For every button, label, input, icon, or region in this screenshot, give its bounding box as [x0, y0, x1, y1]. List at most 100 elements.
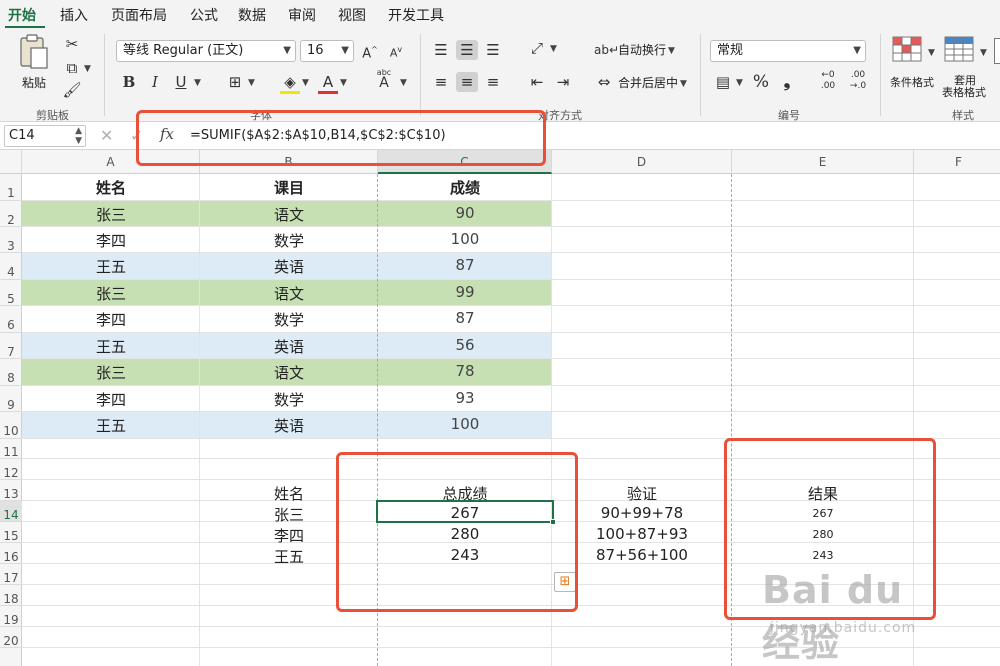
increase-decimal-icon[interactable]: ←0.00: [816, 70, 840, 92]
row-header[interactable]: 2: [0, 201, 22, 227]
font-size-select[interactable]: 16 ▼: [300, 40, 354, 62]
cancel-icon[interactable]: ✕: [100, 126, 113, 145]
decrease-indent-icon[interactable]: ⇤: [526, 72, 548, 92]
cell-score[interactable]: 100: [378, 415, 552, 433]
cell-score[interactable]: 87: [378, 309, 552, 327]
row-header[interactable]: 12: [0, 459, 22, 480]
cell-score[interactable]: 56: [378, 336, 552, 354]
decrease-font-icon[interactable]: Av: [386, 40, 406, 64]
underline-button[interactable]: U: [172, 72, 190, 92]
row-header[interactable]: 8: [0, 359, 22, 386]
row-header[interactable]: 6: [0, 306, 22, 333]
tab-data[interactable]: 数据: [238, 5, 266, 25]
row-header[interactable]: 16: [0, 543, 22, 564]
merge-icon[interactable]: ⇔: [594, 72, 614, 92]
cell-subject[interactable]: 语文: [200, 283, 378, 304]
border-icon[interactable]: ⊞: [226, 72, 244, 92]
merge-dropdown-icon[interactable]: ▼: [680, 79, 687, 89]
cell-score[interactable]: 90: [378, 204, 552, 222]
align-left-icon[interactable]: ≡: [430, 72, 452, 92]
wrap-dropdown-icon[interactable]: ▼: [668, 46, 675, 56]
fill-color-dropdown-icon[interactable]: ▼: [302, 78, 309, 88]
cell-name[interactable]: 李四: [22, 389, 200, 410]
header-cell-subject[interactable]: 课目: [200, 177, 378, 198]
text-orientation-icon[interactable]: ⤢: [526, 38, 548, 58]
table-format-button[interactable]: ▼ 套用 表格格式: [942, 36, 994, 99]
cell-subject[interactable]: 数学: [200, 309, 378, 330]
paste-button[interactable]: 粘贴: [12, 34, 56, 90]
underline-dropdown-icon[interactable]: ▼: [194, 78, 201, 88]
summary-header-verify[interactable]: 验证: [552, 483, 732, 504]
wrap-text-button[interactable]: 自动换行: [618, 42, 666, 58]
column-header-e[interactable]: E: [732, 150, 914, 174]
row-header[interactable]: 13: [0, 480, 22, 501]
row-header[interactable]: 4: [0, 253, 22, 280]
phonetic-dropdown-icon[interactable]: ▼: [400, 78, 407, 88]
align-top-icon[interactable]: ☰: [430, 40, 452, 60]
font-name-select[interactable]: 等线 Regular (正文) ▼: [116, 40, 296, 62]
summary-cell-verify[interactable]: 100+87+93: [552, 525, 732, 543]
tab-developer[interactable]: 开发工具: [388, 5, 444, 25]
cell-name[interactable]: 张三: [22, 283, 200, 304]
font-color-icon[interactable]: A: [318, 72, 338, 94]
cell-subject[interactable]: 语文: [200, 204, 378, 225]
column-header-f[interactable]: F: [914, 150, 1000, 174]
tab-formulas[interactable]: 公式: [190, 5, 218, 25]
name-box[interactable]: C14 ▲ ▼: [4, 125, 86, 147]
tab-insert[interactable]: 插入: [60, 5, 88, 25]
number-format-select[interactable]: 常规 ▼: [710, 40, 866, 62]
tab-view[interactable]: 视图: [338, 5, 366, 25]
tab-review[interactable]: 审阅: [288, 5, 316, 25]
cell-subject[interactable]: 数学: [200, 230, 378, 251]
cell-name[interactable]: 王五: [22, 415, 200, 436]
decrease-decimal-icon[interactable]: .00 →.0: [846, 70, 870, 92]
conditional-format-button[interactable]: ▼ 条件格式: [888, 36, 940, 96]
cell-subject[interactable]: 英语: [200, 415, 378, 436]
scissors-icon[interactable]: ✂: [62, 34, 82, 54]
merge-center-button[interactable]: 合并后居中: [618, 75, 678, 91]
cell-subject[interactable]: 数学: [200, 389, 378, 410]
align-bottom-icon[interactable]: ☰: [482, 40, 504, 60]
align-middle-icon[interactable]: ☰: [456, 40, 478, 60]
align-right-icon[interactable]: ≡: [482, 72, 504, 92]
cell-score[interactable]: 87: [378, 256, 552, 274]
cell-name[interactable]: 张三: [22, 204, 200, 225]
row-header[interactable]: 5: [0, 280, 22, 306]
cell-score[interactable]: 100: [378, 230, 552, 248]
font-color-dropdown-icon[interactable]: ▼: [340, 78, 347, 88]
cell-name[interactable]: 张三: [22, 362, 200, 383]
comma-button[interactable]: ❟: [778, 72, 796, 92]
summary-cell-verify[interactable]: 90+99+78: [552, 504, 732, 522]
cell-score[interactable]: 78: [378, 362, 552, 380]
accounting-format-icon[interactable]: ▤: [712, 72, 734, 92]
select-all-corner[interactable]: [0, 150, 22, 174]
cell-subject[interactable]: 英语: [200, 336, 378, 357]
row-header[interactable]: 9: [0, 386, 22, 412]
border-dropdown-icon[interactable]: ▼: [248, 78, 255, 88]
cell-name[interactable]: 王五: [22, 336, 200, 357]
row-header-selected[interactable]: 14: [0, 501, 22, 522]
align-center-icon[interactable]: ≡: [456, 72, 478, 92]
format-painter-icon[interactable]: 🖌: [62, 80, 82, 100]
row-header[interactable]: 19: [0, 606, 22, 627]
tab-home[interactable]: 开始: [8, 5, 36, 25]
cell-subject[interactable]: 英语: [200, 256, 378, 277]
copy-icon[interactable]: ⧉: [62, 58, 82, 78]
tab-page-layout[interactable]: 页面布局: [111, 5, 167, 25]
header-cell-score[interactable]: 成绩: [378, 177, 552, 198]
row-header[interactable]: 7: [0, 333, 22, 359]
row-header[interactable]: 10: [0, 412, 22, 439]
row-header[interactable]: 20: [0, 627, 22, 648]
cell-subject[interactable]: 语文: [200, 362, 378, 383]
percent-button[interactable]: %: [750, 72, 772, 92]
summary-cell-verify[interactable]: 87+56+100: [552, 546, 732, 564]
fill-color-icon[interactable]: ◈: [280, 72, 300, 94]
cell-name[interactable]: 王五: [22, 256, 200, 277]
phonetic-icon[interactable]: abc A: [370, 68, 398, 90]
column-header-d[interactable]: D: [552, 150, 732, 174]
row-header[interactable]: 18: [0, 585, 22, 606]
row-header[interactable]: 3: [0, 227, 22, 253]
header-cell-name[interactable]: 姓名: [22, 177, 200, 198]
row-header[interactable]: 15: [0, 522, 22, 543]
increase-indent-icon[interactable]: ⇥: [552, 72, 574, 92]
